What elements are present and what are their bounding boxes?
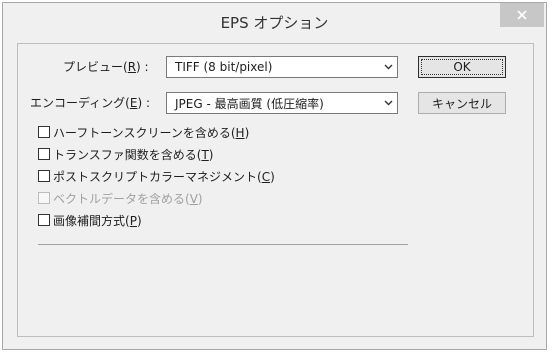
checkbox-label: ハーフトーンスクリーンを含める(H) [53, 125, 250, 140]
checkbox-vector-data: ベクトルデータを含める(V) [38, 190, 203, 206]
close-icon [517, 10, 527, 20]
close-button[interactable] [500, 3, 544, 27]
checkbox-label: ポストスクリプトカラーマネジメント(C) [53, 169, 275, 184]
dialog-title: EPS オプション [220, 14, 329, 32]
checkbox-image-interpolation[interactable]: 画像補間方式(P) [38, 212, 142, 228]
divider [38, 244, 408, 245]
checkbox-label: ベクトルデータを含める(V) [53, 191, 203, 206]
encoding-select-value: JPEG - 最高画質 (低圧縮率) [175, 96, 324, 111]
options-panel: プレビュー(R) : TIFF (8 bit/pixel) エンコーディング(E… [17, 43, 534, 337]
preview-label: プレビュー(R) : [63, 60, 149, 74]
checkbox-label: トランスファ関数を含める(T) [53, 147, 214, 162]
checkbox[interactable] [38, 214, 50, 226]
checkbox[interactable] [38, 148, 50, 160]
cancel-button[interactable]: キャンセル [418, 92, 506, 114]
checkbox-postscript-color-management[interactable]: ポストスクリプトカラーマネジメント(C) [38, 168, 275, 184]
checkbox [38, 192, 50, 204]
preview-select-value: TIFF (8 bit/pixel) [175, 60, 273, 74]
checkbox-transfer-function[interactable]: トランスファ関数を含める(T) [38, 146, 213, 162]
chevron-down-icon [384, 64, 392, 70]
checkbox-label: 画像補間方式(P) [53, 213, 142, 228]
preview-select[interactable]: TIFF (8 bit/pixel) [166, 56, 398, 78]
checkbox[interactable] [38, 170, 50, 182]
eps-options-dialog: EPS オプション プレビュー(R) : TIFF (8 bit/pixel) … [2, 2, 547, 350]
encoding-label: エンコーディング(E) : [30, 96, 150, 110]
encoding-select[interactable]: JPEG - 最高画質 (低圧縮率) [166, 92, 398, 114]
ok-button[interactable]: OK [418, 56, 506, 78]
title-bar: EPS オプション [3, 3, 546, 37]
checkbox-halftone-screen[interactable]: ハーフトーンスクリーンを含める(H) [38, 124, 249, 140]
chevron-down-icon [384, 100, 392, 106]
checkbox[interactable] [38, 126, 50, 138]
